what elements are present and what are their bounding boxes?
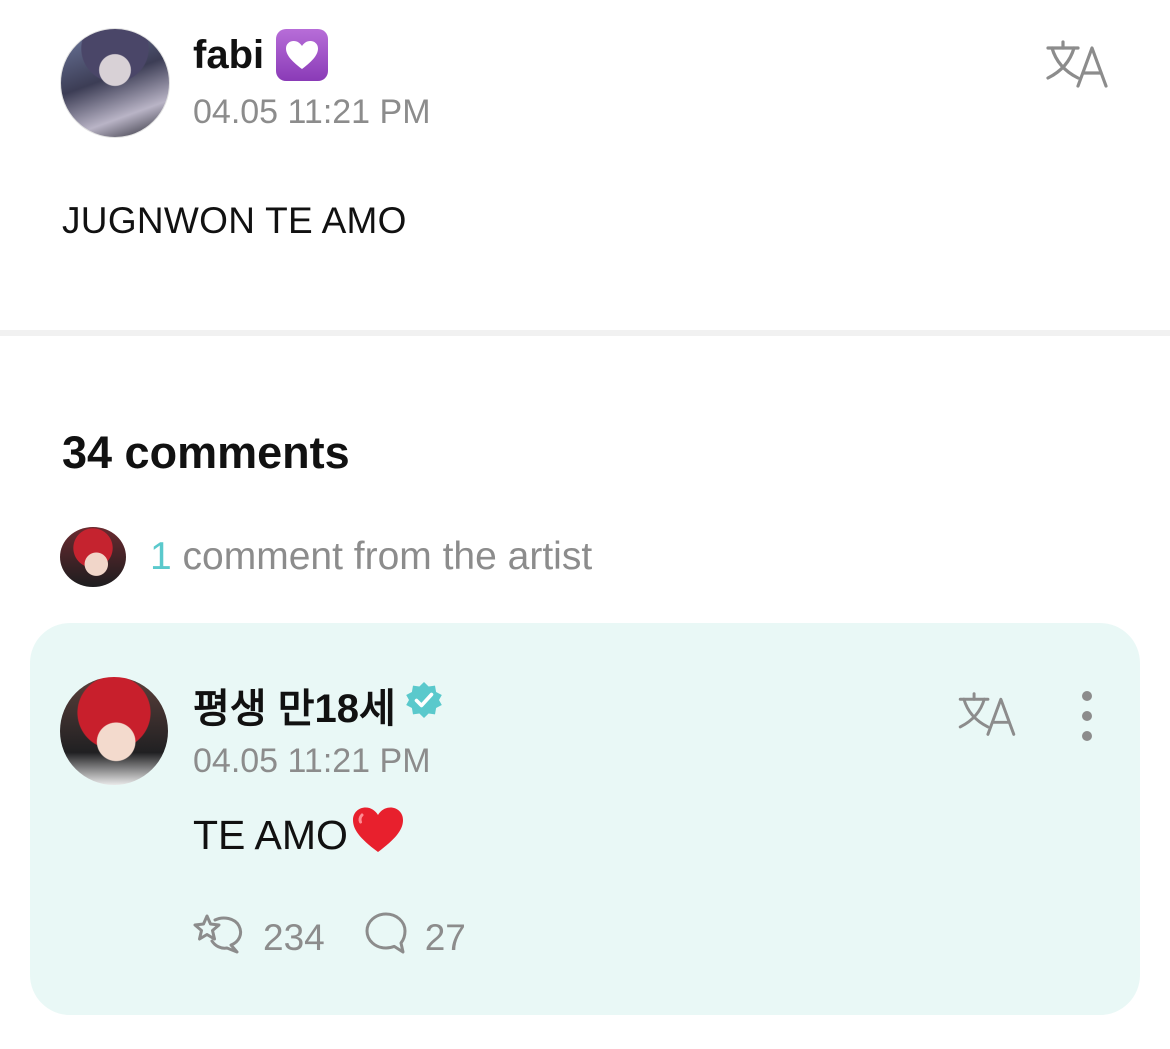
comment-timestamp: 04.05 11:21 PM — [193, 742, 431, 780]
comment-bubble-icon[interactable] — [363, 910, 409, 965]
verified-badge-icon — [404, 680, 444, 730]
artist-comment-label: comment from the artist — [171, 535, 593, 578]
translate-icon[interactable] — [1044, 38, 1110, 90]
comments-count-heading: 34 comments — [62, 427, 350, 478]
post-timestamp: 04.05 11:21 PM — [193, 93, 431, 131]
post-author-row: fabi — [193, 28, 329, 82]
red-heart-icon — [350, 805, 406, 865]
artist-comments-link[interactable]: 1 comment from the artist — [150, 535, 592, 579]
comment-body: TE AMO — [193, 805, 406, 865]
post-body-text: JUGNWON TE AMO — [62, 200, 407, 241]
section-divider — [0, 330, 1170, 336]
comment-text: TE AMO — [193, 811, 348, 858]
comment-author-avatar[interactable] — [60, 677, 168, 785]
like-count: 234 — [263, 916, 325, 958]
reply-count: 27 — [424, 916, 466, 958]
purple-heart-icon — [276, 29, 329, 81]
post-author-avatar[interactable] — [60, 28, 170, 138]
artist-comment-count: 1 — [150, 535, 172, 578]
more-options-icon[interactable] — [1075, 690, 1099, 742]
comment-author-name[interactable]: 평생 만18세 — [193, 676, 396, 734]
like-stat[interactable]: 234 — [193, 910, 325, 965]
reply-stat[interactable]: 27 — [363, 910, 466, 965]
comment-translate-icon[interactable] — [956, 690, 1018, 738]
post-author-name[interactable]: fabi — [193, 33, 264, 78]
reaction-row: 234 27 — [193, 910, 466, 965]
cheer-icon[interactable] — [193, 910, 247, 965]
comment-author-row: 평생 만18세 — [193, 680, 444, 731]
artist-mini-avatar[interactable] — [60, 527, 126, 587]
